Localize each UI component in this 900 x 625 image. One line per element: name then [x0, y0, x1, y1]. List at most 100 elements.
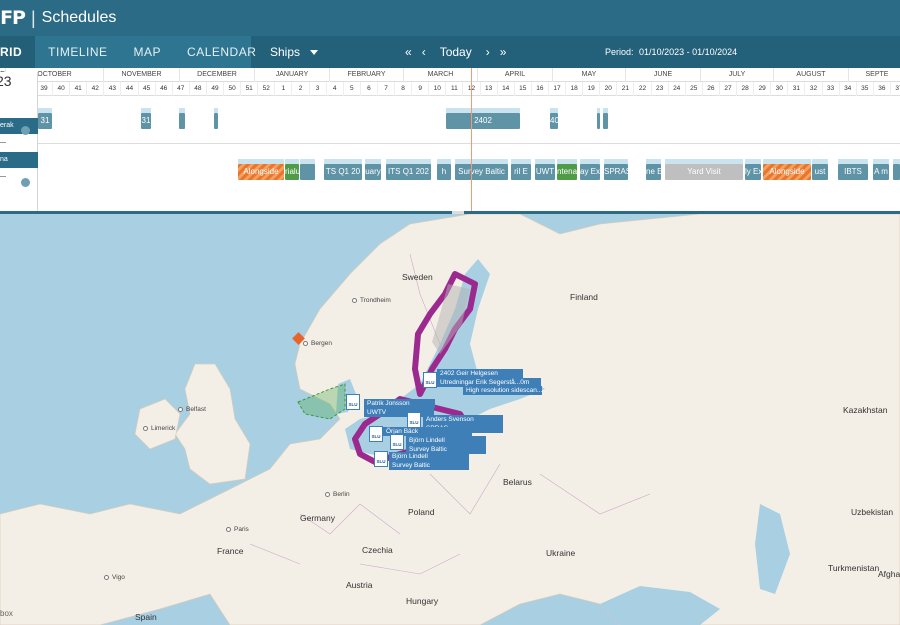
- activity-bar[interactable]: Survey Baltic: [455, 164, 508, 180]
- city-dot-icon: [104, 575, 109, 580]
- country-label: Kazakhstan: [843, 405, 888, 415]
- survey-tag[interactable]: Survey Baltic: [389, 461, 469, 470]
- activity-bar[interactable]: UWT: [535, 164, 555, 180]
- activity-bar[interactable]: IBTS: [838, 164, 868, 180]
- view-tabs: RID TIMELINE MAP CALENDAR: [0, 36, 256, 68]
- activity-bar[interactable]: ay Ex: [580, 164, 600, 180]
- city-dot-icon: [303, 341, 308, 346]
- tab-timeline[interactable]: TIMELINE: [35, 36, 120, 68]
- nav-bar: RID TIMELINE MAP CALENDAR Ships « ‹ Toda…: [0, 36, 900, 68]
- country-label: Turkmenistan: [828, 563, 880, 573]
- survey-tag[interactable]: Björn Lindell: [406, 436, 486, 445]
- city-label: Trondheim: [360, 297, 391, 304]
- survey-tag[interactable]: Patrik Jonsson: [364, 399, 435, 408]
- activity-bar[interactable]: h: [437, 164, 451, 180]
- week-label: 40: [53, 82, 71, 96]
- next-period-button[interactable]: ›: [486, 45, 490, 59]
- week-label: 41: [70, 82, 88, 96]
- city-label: Vigo: [112, 574, 125, 581]
- map-view[interactable]: Sweden Finland Kazakhstan Belarus Poland Germ…: [0, 214, 900, 625]
- activity-bar[interactable]: Yard Visit: [665, 164, 743, 180]
- activity-bar[interactable]: Alongside: [763, 164, 811, 180]
- activity-bar[interactable]: [893, 164, 900, 180]
- week-label: 16: [532, 82, 549, 96]
- period-label: Period:: [605, 47, 634, 57]
- land-ireland: [134, 398, 181, 450]
- activity-bar[interactable]: [597, 113, 600, 129]
- week-label: 24: [669, 82, 686, 96]
- survey-tag[interactable]: Björn Lindell: [389, 452, 469, 461]
- ship-label-1[interactable]: erak: [0, 118, 38, 134]
- activity-bar[interactable]: ne E: [646, 164, 661, 180]
- toggle-icon[interactable]: [21, 178, 30, 187]
- week-label: 31: [788, 82, 806, 96]
- activity-bar[interactable]: ly Ex: [745, 164, 761, 180]
- activity-bar[interactable]: ntena: [557, 164, 577, 180]
- week-label: 27: [720, 82, 737, 96]
- activity-bar[interactable]: 40: [550, 113, 558, 129]
- slu-logo-icon[interactable]: SLU: [407, 412, 421, 428]
- country-label: France: [217, 546, 244, 556]
- week-label: 25: [686, 82, 703, 96]
- tab-grid[interactable]: RID: [0, 36, 36, 68]
- activity-bar[interactable]: [603, 113, 608, 129]
- slu-logo-icon[interactable]: SLU: [369, 426, 383, 442]
- activity-bar[interactable]: Alongside: [238, 164, 284, 180]
- survey-tag[interactable]: Anders Svenson: [423, 415, 503, 424]
- collapse-icon[interactable]: [0, 176, 6, 177]
- activity-bar[interactable]: [179, 113, 185, 129]
- week-label: 51: [241, 82, 259, 96]
- week-header: 39 40 41 42 43 44 45 46 47 48 49 50 51 52 1 2 3 4 5 6 7 8 9 10 1…: [0, 82, 900, 96]
- month-label: APRIL: [478, 68, 553, 82]
- week-label: 35: [857, 82, 874, 96]
- collapse-icon[interactable]: [0, 142, 6, 143]
- activity-bar[interactable]: 31: [141, 113, 151, 129]
- activity-bar[interactable]: 2402: [446, 113, 520, 129]
- week-label: 30: [771, 82, 789, 96]
- country-label: Poland: [408, 507, 435, 517]
- activity-bar[interactable]: ust: [812, 164, 828, 180]
- activity-bar[interactable]: [214, 113, 218, 129]
- survey-tag[interactable]: 2402 Geir Helgesen: [437, 369, 523, 378]
- activity-bar[interactable]: rialuari: [285, 164, 299, 180]
- tab-calendar[interactable]: CALENDAR: [174, 36, 269, 68]
- prev-period-button[interactable]: ‹: [422, 45, 426, 59]
- slu-logo-icon[interactable]: SLU: [423, 372, 437, 388]
- activity-bar[interactable]: 31: [38, 113, 52, 129]
- app-logo[interactable]: IFP: [0, 7, 26, 29]
- first-period-button[interactable]: «: [405, 45, 412, 59]
- activity-bar[interactable]: uary: [365, 164, 381, 180]
- ships-dropdown[interactable]: Ships: [270, 45, 319, 59]
- week-label: 4: [327, 82, 344, 96]
- slu-logo-icon[interactable]: SLU: [390, 434, 404, 450]
- activity-bar[interactable]: TS Q1 20: [324, 164, 362, 180]
- week-label: 3: [310, 82, 327, 96]
- activity-bar[interactable]: A m: [873, 164, 889, 180]
- week-label: 37: [891, 82, 900, 96]
- last-period-button[interactable]: »: [500, 45, 507, 59]
- activity-bar[interactable]: [300, 164, 315, 180]
- date-navigation: « ‹ Today › »: [405, 36, 506, 68]
- month-label: JANUARY: [255, 68, 330, 82]
- ship-row-1: 31 31 2402 40: [0, 96, 900, 144]
- month-header: EOCTOBERNOVEMBERDECEMBERJANUARYFEBRUARYM…: [0, 68, 900, 82]
- week-label: 39: [36, 82, 53, 96]
- activity-bar[interactable]: SPRAS: [604, 164, 628, 180]
- slu-logo-icon[interactable]: SLU: [346, 394, 360, 410]
- week-label: 19: [583, 82, 601, 96]
- tab-map[interactable]: MAP: [121, 36, 175, 68]
- city-label: Belfast: [186, 406, 206, 413]
- activity-bar[interactable]: ril E: [511, 164, 531, 180]
- today-button[interactable]: Today: [440, 45, 472, 59]
- week-label: 42: [87, 82, 105, 96]
- today-marker: [471, 68, 472, 212]
- slu-logo-icon[interactable]: SLU: [374, 451, 388, 467]
- month-label: JULY: [701, 68, 774, 82]
- map-attribution[interactable]: box: [0, 609, 13, 618]
- ship-label-2[interactable]: na: [0, 152, 38, 168]
- month-label: AUGUST: [774, 68, 849, 82]
- toggle-icon[interactable]: [21, 126, 30, 135]
- survey-tag[interactable]: High resolution sidescan...: [463, 386, 542, 395]
- week-label: 46: [156, 82, 173, 96]
- activity-bar[interactable]: ITS Q1 202: [386, 164, 431, 180]
